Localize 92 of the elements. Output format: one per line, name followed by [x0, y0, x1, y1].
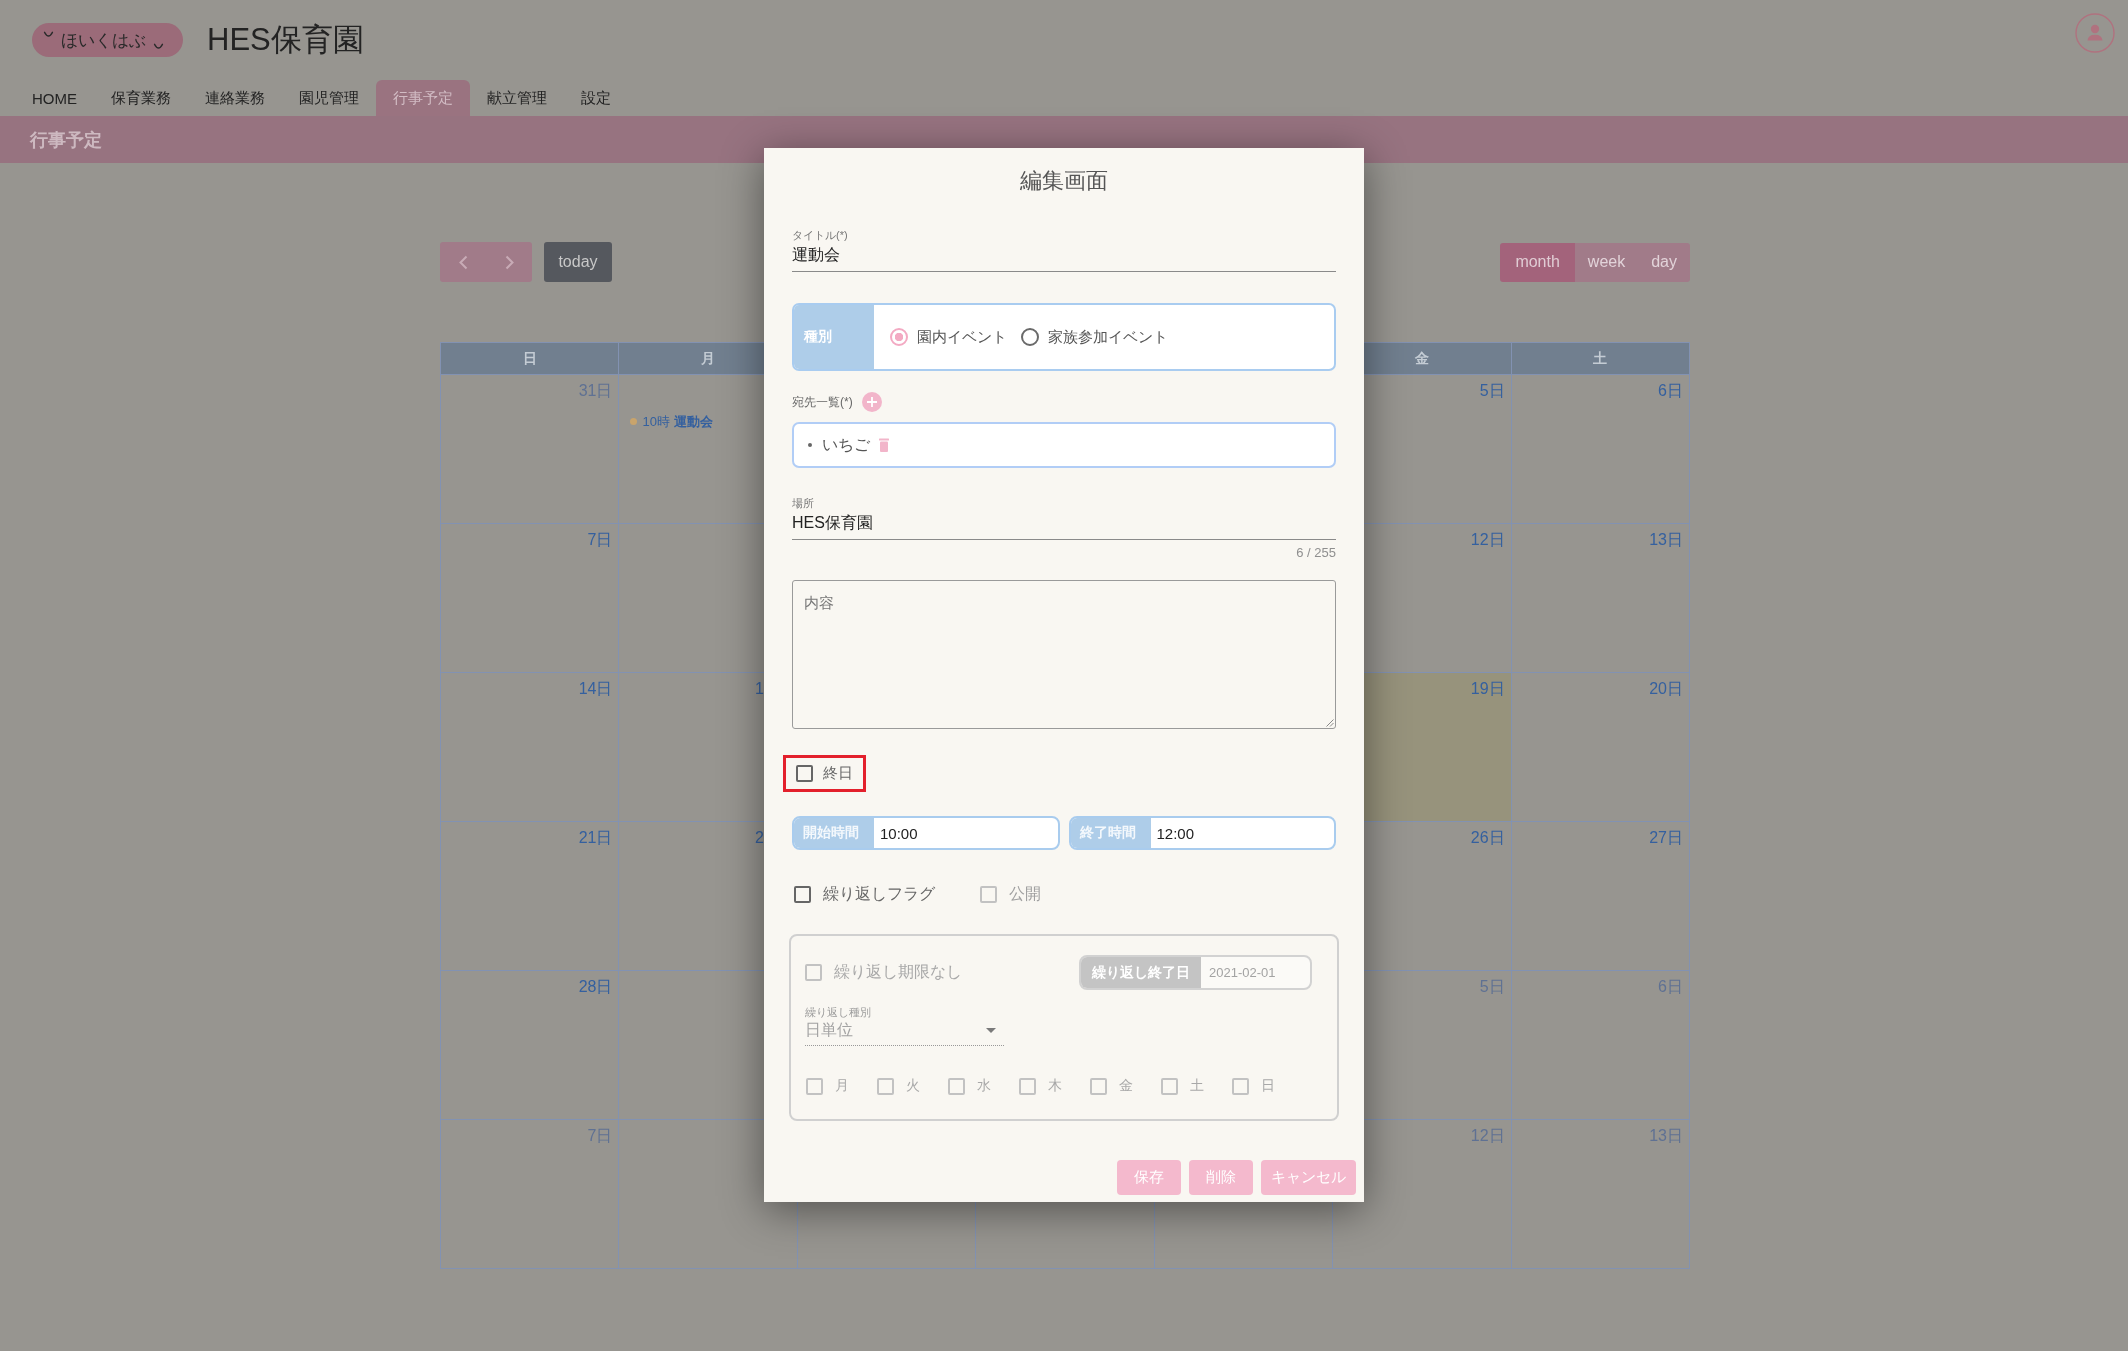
today-button[interactable]: today: [544, 242, 612, 282]
save-button[interactable]: 保存: [1117, 1160, 1181, 1195]
chevron-left-icon: [458, 254, 468, 270]
weekday-header: 金: [1414, 349, 1429, 368]
checkbox-label: 終日: [823, 764, 853, 783]
site-title: HES保育園: [207, 21, 364, 59]
date-label: 31日: [578, 381, 613, 401]
trash-icon[interactable]: [879, 438, 889, 452]
date-label: 7日: [587, 1126, 613, 1146]
character-counter: 6 / 255: [1295, 545, 1336, 561]
next-button[interactable]: [486, 242, 532, 282]
view-button[interactable]: month: [1500, 242, 1575, 282]
prev-button[interactable]: [440, 242, 486, 282]
date-label: 28日: [578, 977, 613, 997]
nav-tab[interactable]: 保育業務: [94, 80, 188, 116]
calendar-cell[interactable]: 13日: [1511, 524, 1690, 672]
checkbox[interactable]: [794, 885, 811, 903]
checkbox[interactable]: [796, 765, 813, 782]
smile-icon: [43, 31, 54, 38]
field-label: タイトル(*): [792, 228, 849, 242]
calendar-cell[interactable]: 20日: [1511, 673, 1690, 821]
date-label: 27日: [1649, 828, 1683, 848]
option-label: 家族参加イベント: [1048, 327, 1168, 347]
radio-button[interactable]: [1021, 328, 1039, 346]
field-label: 繰り返し種別: [805, 1005, 872, 1019]
page-title: 行事予定: [30, 128, 102, 152]
checkbox-label: 月: [835, 1077, 849, 1095]
date-label: 13日: [1649, 1126, 1683, 1146]
nav-tab[interactable]: HOME: [15, 80, 94, 116]
calendar-cell[interactable]: 14日: [441, 673, 620, 821]
checkbox-label: 火: [906, 1077, 920, 1095]
view-button[interactable]: week: [1574, 242, 1639, 282]
date-label: 20日: [1649, 679, 1683, 699]
calendar-cell[interactable]: 31日: [441, 375, 620, 523]
smile-icon: [153, 43, 164, 50]
date-label: 7日: [587, 530, 613, 550]
delete-button[interactable]: 削除: [1189, 1160, 1253, 1195]
content-textarea[interactable]: 内容: [792, 580, 1336, 729]
date-label: 5日: [1479, 381, 1505, 401]
option-label: 園内イベント: [917, 327, 1007, 347]
date-label: 6日: [1658, 381, 1683, 401]
weekday-header: 土: [1593, 349, 1608, 368]
checkbox-label: 繰り返しフラグ: [823, 883, 935, 904]
checkbox-label: 繰り返し期限なし: [834, 962, 962, 982]
calendar-cell[interactable]: 6日: [1511, 375, 1690, 523]
chevron-right-icon: [504, 254, 514, 270]
date-label: 6日: [1658, 977, 1683, 997]
field-label: 種別: [794, 305, 874, 369]
checkbox-label: 土: [1190, 1077, 1204, 1095]
date-label: 19日: [1470, 679, 1505, 699]
checkbox-label: 公開: [1009, 883, 1041, 904]
date-label: 12日: [1470, 1126, 1505, 1146]
calendar-cell[interactable]: 27日: [1511, 822, 1690, 970]
date-label: 12日: [1470, 530, 1505, 550]
text-input[interactable]: HES保育園: [792, 510, 1336, 540]
date-label: 21日: [578, 828, 613, 848]
nav-tab[interactable]: 園児管理: [282, 80, 376, 116]
resize-grip-icon[interactable]: [1324, 717, 1334, 727]
calendar-cell[interactable]: 7日: [441, 1120, 620, 1268]
nav-tab[interactable]: 連絡業務: [188, 80, 282, 116]
date-label: 5日: [1479, 977, 1505, 997]
date-label: 14日: [578, 679, 613, 699]
nav-tab[interactable]: 設定: [564, 80, 628, 116]
date-label: 2: [754, 828, 764, 848]
bullet-icon: [808, 443, 812, 447]
weekday-header: 月: [701, 349, 716, 368]
checkbox-label: 日: [1261, 1077, 1275, 1095]
date-label: 26日: [1470, 828, 1505, 848]
date-label: 1: [754, 679, 764, 699]
nav-tab[interactable]: 献立管理: [470, 80, 564, 116]
user-icon[interactable]: [2075, 13, 2115, 53]
checkbox-label: 木: [1048, 1077, 1062, 1095]
plus-icon[interactable]: [861, 392, 882, 412]
event-title[interactable]: 10時 運動会: [642, 413, 713, 430]
nav-tab[interactable]: 行事予定: [376, 80, 470, 116]
dialog-title: 編集画面: [1019, 167, 1109, 194]
calendar-cell[interactable]: 21日: [441, 822, 620, 970]
calendar-cell[interactable]: 6日: [1511, 971, 1690, 1119]
radio-button[interactable]: [890, 328, 908, 346]
logo-badge[interactable]: ほいくはぶ: [32, 23, 183, 57]
logo-text: ほいくはぶ: [61, 29, 146, 52]
caret-icon: [986, 1028, 996, 1033]
calendar-cell[interactable]: 13日: [1511, 1120, 1690, 1268]
text-input[interactable]: 運動会: [792, 242, 1336, 272]
checkbox-label: 水: [977, 1077, 991, 1095]
recipient-name: いちご: [822, 434, 870, 455]
date-label: 13日: [1649, 530, 1683, 550]
checkbox-label: 金: [1119, 1077, 1133, 1095]
view-button[interactable]: day: [1638, 242, 1690, 282]
weekday-header: 日: [522, 349, 537, 368]
calendar-cell[interactable]: 28日: [441, 971, 620, 1119]
calendar-cell[interactable]: 7日: [441, 524, 620, 672]
